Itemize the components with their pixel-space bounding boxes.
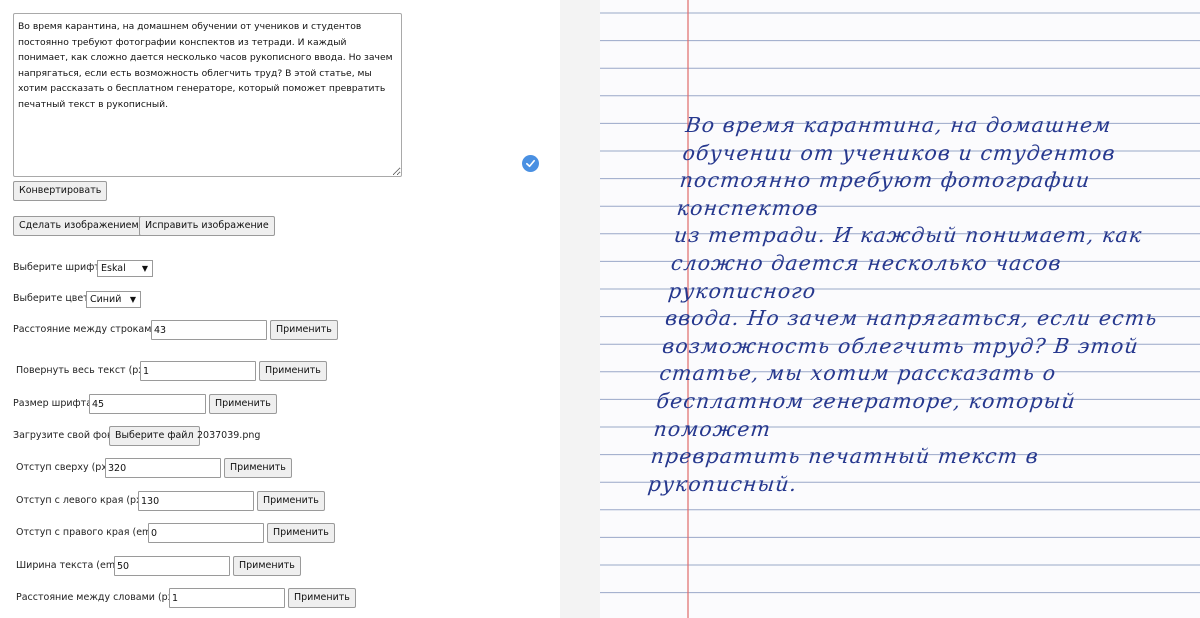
margin-top-apply-button[interactable]: Применить <box>224 458 292 478</box>
font-label: Выберите шрифт <box>13 262 100 273</box>
line-spacing-label: Расстояние между строками <box>13 324 158 335</box>
margin-top-input[interactable] <box>105 458 221 478</box>
make-image-button[interactable]: Сделать изображением <box>13 216 145 236</box>
text-width-label: Ширина текста (em) <box>16 560 119 571</box>
font-select-value: Eskal <box>101 263 126 274</box>
checkmark-icon <box>522 155 539 172</box>
dropdown-arrow-icon: ▼ <box>129 295 136 304</box>
margin-left-input[interactable] <box>138 491 254 511</box>
background-label: Загрузите свой фон <box>13 430 114 441</box>
margin-right-input[interactable] <box>148 523 264 543</box>
line-spacing-input[interactable] <box>151 320 267 340</box>
word-spacing-input[interactable] <box>169 588 285 608</box>
color-label: Выберите цвет <box>13 293 89 304</box>
background-filename: 2037039.png <box>197 430 261 441</box>
rotate-apply-button[interactable]: Применить <box>259 361 327 381</box>
text-width-apply-button[interactable]: Применить <box>233 556 301 576</box>
margin-left-apply-button[interactable]: Применить <box>257 491 325 511</box>
source-text-input[interactable]: Во время карантина, на домашнем обучении… <box>13 13 402 177</box>
word-spacing-label: Расстояние между словами (px) <box>16 592 178 603</box>
settings-panel: Во время карантина, на домашнем обучении… <box>0 0 560 618</box>
handwritten-text: Во время карантина, на домашнем обучении… <box>646 113 1159 496</box>
margin-right-apply-button[interactable]: Применить <box>267 523 335 543</box>
color-select[interactable]: Синий ▼ <box>86 291 141 308</box>
text-width-input[interactable] <box>114 556 230 576</box>
font-size-apply-button[interactable]: Применить <box>209 394 277 414</box>
font-select[interactable]: Eskal ▼ <box>97 260 153 277</box>
line-spacing-apply-button[interactable]: Применить <box>270 320 338 340</box>
choose-file-button[interactable]: Выберите файл <box>109 426 200 446</box>
margin-left-label: Отступ с левого края (px) <box>16 495 146 506</box>
color-select-value: Синий <box>90 294 122 305</box>
margin-right-label: Отступ с правого края (em) <box>16 527 155 538</box>
font-size-label: Размер шрифта <box>13 398 93 409</box>
font-size-input[interactable] <box>89 394 206 414</box>
fix-image-button[interactable]: Исправить изображение <box>139 216 275 236</box>
margin-top-label: Отступ сверху (px) <box>16 462 111 473</box>
rotate-label: Повернуть весь текст (px) <box>16 365 148 376</box>
convert-button[interactable]: Конвертировать <box>13 181 108 201</box>
dropdown-arrow-icon: ▼ <box>141 264 148 273</box>
word-spacing-apply-button[interactable]: Применить <box>288 588 356 608</box>
rotate-input[interactable] <box>140 361 256 381</box>
